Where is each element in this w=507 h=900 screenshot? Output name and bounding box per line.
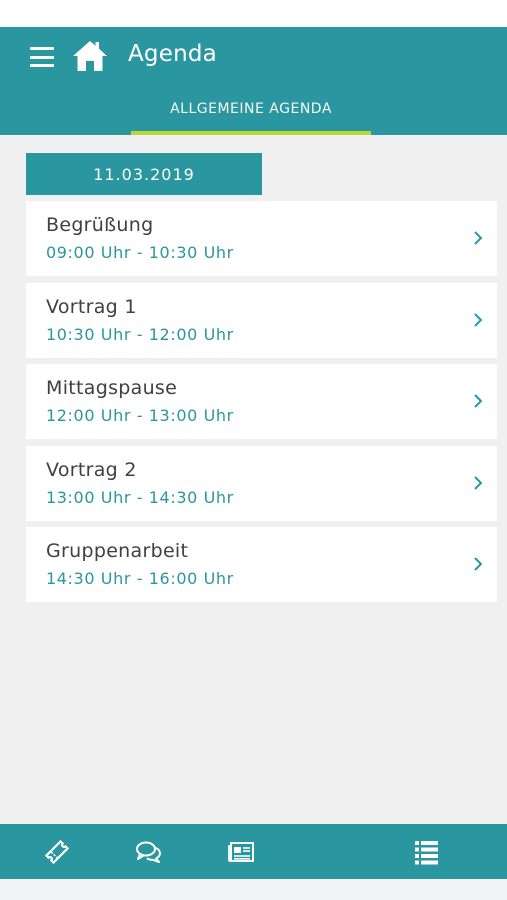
- agenda-item-name: Vortrag 2: [46, 459, 137, 481]
- nav-news-button[interactable]: [226, 837, 256, 867]
- agenda-content[interactable]: 11.03.2019 Begrüßung 09:00 Uhr - 10:30 U…: [0, 135, 507, 824]
- tab-label: ALLGEMEINE AGENDA: [170, 101, 332, 117]
- home-button[interactable]: [71, 39, 109, 73]
- agenda-list-icon: [415, 841, 438, 865]
- date-header: 11.03.2019: [26, 153, 262, 195]
- nav-chat-button[interactable]: [134, 837, 164, 867]
- nav-agenda-button[interactable]: [412, 837, 442, 867]
- agenda-item[interactable]: Vortrag 2 13:00 Uhr - 14:30 Uhr: [26, 446, 497, 521]
- agenda-item-time: 09:00 Uhr - 10:30 Uhr: [46, 243, 234, 262]
- ticket-icon: [44, 839, 70, 865]
- agenda-item-name: Gruppenarbeit: [46, 540, 189, 562]
- agenda-item[interactable]: Vortrag 1 10:30 Uhr - 12:00 Uhr: [26, 283, 497, 358]
- hamburger-menu-icon-bar: [30, 64, 54, 67]
- bottom-navigation: [0, 824, 507, 879]
- chevron-right-icon: [474, 476, 483, 490]
- chat-bubbles-icon: [136, 841, 161, 863]
- agenda-item-time: 14:30 Uhr - 16:00 Uhr: [46, 569, 234, 588]
- agenda-item-name: Mittagspause: [46, 377, 178, 399]
- status-bar-area: [0, 0, 507, 27]
- page-title: Agenda: [128, 41, 217, 67]
- chevron-right-icon: [474, 313, 483, 327]
- agenda-item-name: Begrüßung: [46, 214, 154, 236]
- app-bar: Agenda ALLGEMEINE AGENDA: [0, 27, 507, 135]
- menu-button[interactable]: [30, 45, 54, 69]
- newspaper-icon: [228, 842, 254, 862]
- chevron-right-icon: [474, 231, 483, 245]
- chevron-right-icon: [474, 557, 483, 571]
- hamburger-menu-icon-bar: [30, 55, 54, 59]
- nav-tickets-button[interactable]: [42, 837, 72, 867]
- chevron-right-icon: [474, 394, 483, 408]
- agenda-item-name: Vortrag 1: [46, 296, 137, 318]
- agenda-item-time: 13:00 Uhr - 14:30 Uhr: [46, 488, 234, 507]
- agenda-item[interactable]: Begrüßung 09:00 Uhr - 10:30 Uhr: [26, 201, 497, 276]
- agenda-item-time: 10:30 Uhr - 12:00 Uhr: [46, 325, 234, 344]
- hamburger-menu-icon: [30, 47, 54, 50]
- agenda-item-time: 12:00 Uhr - 13:00 Uhr: [46, 406, 234, 425]
- system-bottom-area: [0, 879, 507, 900]
- home-icon: [73, 41, 107, 71]
- agenda-item[interactable]: Mittagspause 12:00 Uhr - 13:00 Uhr: [26, 364, 497, 439]
- agenda-item[interactable]: Gruppenarbeit 14:30 Uhr - 16:00 Uhr: [26, 527, 497, 602]
- tab-allgemeine-agenda[interactable]: ALLGEMEINE AGENDA: [131, 89, 371, 135]
